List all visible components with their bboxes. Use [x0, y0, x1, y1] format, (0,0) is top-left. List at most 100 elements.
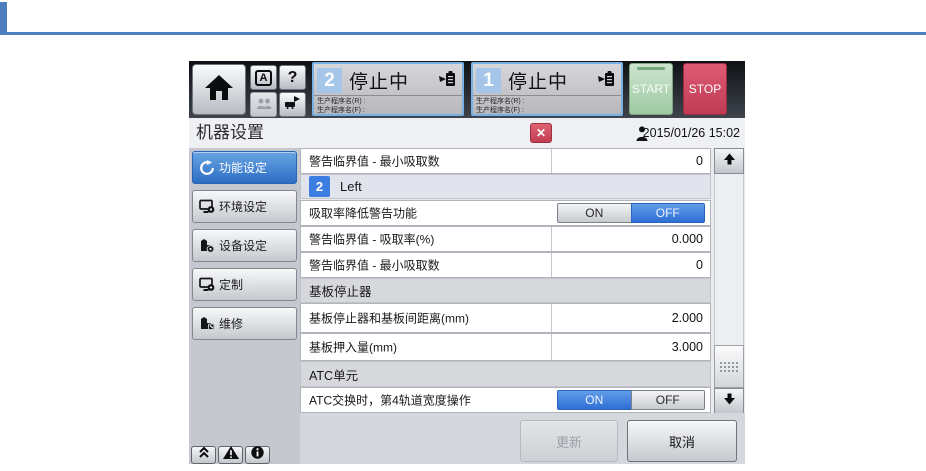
setting-value[interactable]: 2.000 [672, 311, 703, 325]
vertical-scrollbar [714, 148, 744, 414]
scroll-down-button[interactable] [714, 388, 744, 414]
setting-label: 警告临界值 - 最小吸取数 [309, 258, 440, 273]
section-header-board-stopper: 基板停止器 [300, 278, 711, 303]
sidebar-item-device-settings[interactable]: 设备设定 [192, 229, 297, 262]
info-button[interactable] [245, 446, 270, 464]
toggle-off-button[interactable]: OFF [630, 390, 705, 410]
start-led-indicator [637, 67, 665, 70]
function-settings-icon [198, 159, 215, 176]
setting-label: 警告临界值 - 最小吸取数 [309, 154, 440, 169]
start-button[interactable]: START [629, 63, 673, 115]
sidebar-item-label: 环境设定 [219, 200, 268, 214]
column-divider [551, 253, 552, 277]
home-button[interactable] [192, 64, 246, 115]
sidebar-item-function-settings[interactable]: 功能设定 [192, 151, 297, 184]
double-chevron-up-icon [198, 446, 210, 464]
section-header-lane-left: 2 Left [300, 174, 711, 199]
setting-label: 基板押入量(mm) [309, 340, 397, 355]
lane-2-program-f: 生产程序名(F) : [317, 107, 365, 115]
operators-button[interactable] [250, 92, 277, 117]
help-icon: ? [287, 68, 298, 86]
column-divider [551, 304, 552, 332]
column-divider [551, 334, 552, 360]
on-off-toggle: ON OFF [557, 203, 705, 223]
sidebar-item-environment-settings[interactable]: 环境设定 [192, 190, 297, 223]
table-row: 吸取率降低警告功能 ON OFF [300, 200, 711, 226]
setting-value[interactable]: 0 [696, 258, 703, 272]
cancel-button[interactable]: 取消 [627, 420, 737, 462]
table-row: 警告临界值 - 最小吸取数 0 [300, 252, 711, 278]
lane-1-status-panel[interactable]: 1 停止中 生产程序名(R) : 生产程序名(F) : [471, 62, 623, 116]
setting-value[interactable]: 0.000 [672, 232, 703, 246]
lane-number-badge: 2 [309, 176, 330, 197]
page-accent-bar [0, 2, 7, 32]
warning-button[interactable] [218, 446, 243, 464]
stop-button[interactable]: STOP [683, 63, 727, 115]
column-divider [551, 149, 552, 173]
close-icon: ✕ [535, 126, 547, 140]
scrollbar-thumb[interactable] [714, 345, 744, 388]
operators-icon [256, 96, 272, 114]
setting-value[interactable]: 0 [696, 154, 703, 168]
datetime-display: 2015/01/26 15:02 [642, 126, 740, 140]
warning-triangle-icon [222, 446, 239, 464]
lane-1-number-badge: 1 [476, 68, 501, 93]
lane-2-status-panel[interactable]: 2 停止中 生产程序名(R) : 生产程序名(F) : [312, 62, 464, 116]
section-label: Left [340, 179, 362, 194]
setting-label: ATC交换时，第4轨道宽度操作 [309, 393, 471, 408]
lane-1-program-r: 生产程序名(R) : [476, 98, 525, 105]
status-top-bar: A ? 2 停止中 生产程序名(R) : 生产程序名(F): 1 停止中 生产… [189, 61, 745, 118]
cancel-label: 取消 [668, 434, 695, 450]
table-row: 基板停止器和基板间距离(mm) 2.000 [300, 303, 711, 333]
scroll-up-button[interactable] [714, 148, 744, 174]
sidebar-item-customization[interactable]: 定制 [192, 268, 297, 301]
on-off-toggle: ON OFF [557, 390, 705, 410]
customization-icon [198, 277, 215, 293]
info-circle-icon [251, 446, 264, 464]
setting-value[interactable]: 3.000 [672, 340, 703, 354]
table-row: 警告临界值 - 最小吸取数 0 [300, 148, 711, 174]
sidebar-item-label: 功能设定 [219, 161, 268, 175]
sidebar-item-label: 设备设定 [219, 239, 268, 253]
setting-label: 基板停止器和基板间距离(mm) [309, 311, 469, 326]
close-button[interactable]: ✕ [530, 123, 552, 143]
language-button[interactable]: A [250, 65, 277, 90]
language-icon: A [254, 69, 273, 86]
table-row: 警告临界值 - 吸取率(%) 0.000 [300, 226, 711, 252]
lane-2-program-r: 生产程序名(R) : [317, 98, 366, 105]
column-divider [551, 227, 552, 251]
collapse-button[interactable] [191, 446, 216, 464]
arrow-up-icon [723, 152, 736, 170]
table-row: 基板押入量(mm) 3.000 [300, 333, 711, 361]
settings-sidebar: 功能设定 环境设定 设备设定 定制 维修 [189, 148, 300, 464]
table-row: ATC交换时，第4轨道宽度操作 ON OFF [300, 387, 711, 413]
sidebar-item-maintenance[interactable]: 维修 [192, 307, 297, 340]
lane-1-program-f: 生产程序名(F) : [476, 107, 524, 115]
update-label: 更新 [555, 434, 582, 450]
hand-clipboard-icon [597, 70, 615, 92]
toggle-on-button[interactable]: ON [557, 203, 631, 223]
lane-2-number-badge: 2 [317, 68, 342, 93]
arrow-down-icon [723, 392, 736, 410]
home-icon [204, 74, 234, 106]
device-settings-icon [198, 238, 215, 254]
changeover-button[interactable] [279, 92, 306, 117]
machine-settings-window: A ? 2 停止中 生产程序名(R) : 生产程序名(F): 1 停止中 生产… [189, 61, 745, 464]
update-button[interactable]: 更新 [520, 420, 618, 462]
action-footer: 更新 取消 [300, 413, 745, 464]
sidebar-item-label: 维修 [219, 317, 244, 331]
section-label: 基板停止器 [309, 285, 372, 299]
help-button[interactable]: ? [279, 65, 306, 90]
section-header-atc-unit: ATC单元 [300, 361, 711, 387]
changeover-cart-icon [284, 95, 301, 114]
sidebar-item-label: 定制 [219, 278, 244, 292]
start-label: START [631, 82, 671, 96]
toggle-off-button[interactable]: OFF [630, 203, 705, 223]
lane-2-status-text: 停止中 [349, 72, 410, 93]
hand-clipboard-icon [438, 70, 456, 92]
setting-label: 吸取率降低警告功能 [309, 206, 418, 221]
settings-table: 警告临界值 - 最小吸取数 0 2 Left 吸取率降低警告功能 ON OFF … [300, 148, 745, 414]
stop-label: STOP [688, 82, 722, 96]
window-title-bar: 机器设置 ✕ 2015/01/26 15:02 [189, 118, 745, 148]
toggle-on-button[interactable]: ON [557, 390, 631, 410]
